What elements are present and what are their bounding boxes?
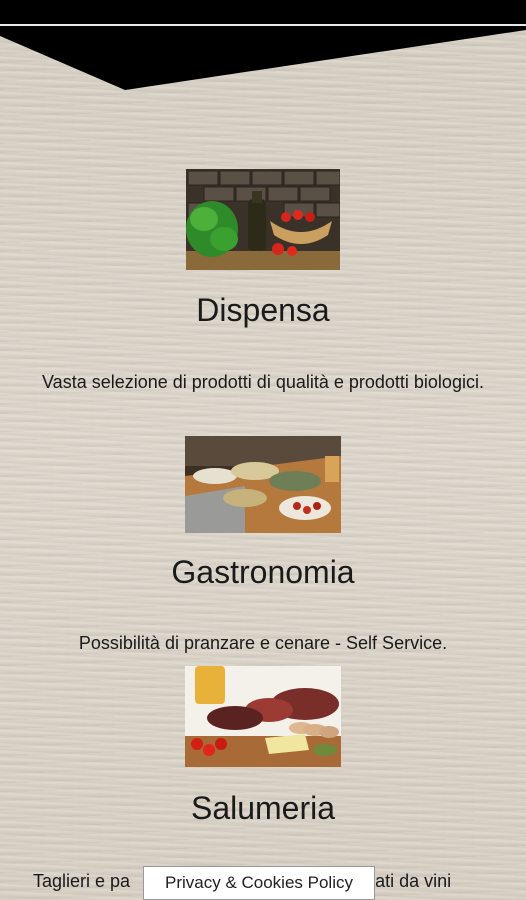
privacy-cookies-button[interactable]: Privacy & Cookies Policy (143, 866, 375, 900)
cured-meats-photo (185, 666, 341, 767)
section-title-dispensa: Dispensa (196, 292, 330, 328)
status-bar (0, 0, 526, 26)
section-description-dispensa: Vasta selezione di prodotti di qualità e… (42, 372, 484, 392)
section-title-gastronomia: Gastronomia (171, 554, 355, 590)
section-title-salumeria: Salumeria (190, 790, 336, 826)
section-description-salumeria-tail: nati da vini (365, 871, 452, 891)
buffet-photo (185, 436, 341, 533)
section-description-salumeria-head: Taglieri e pa (33, 871, 131, 891)
pantry-photo (186, 169, 340, 270)
header-black-wedge (0, 26, 526, 90)
section-description-gastronomia: Possibilità di pranzare e cenare - Self … (78, 633, 448, 653)
